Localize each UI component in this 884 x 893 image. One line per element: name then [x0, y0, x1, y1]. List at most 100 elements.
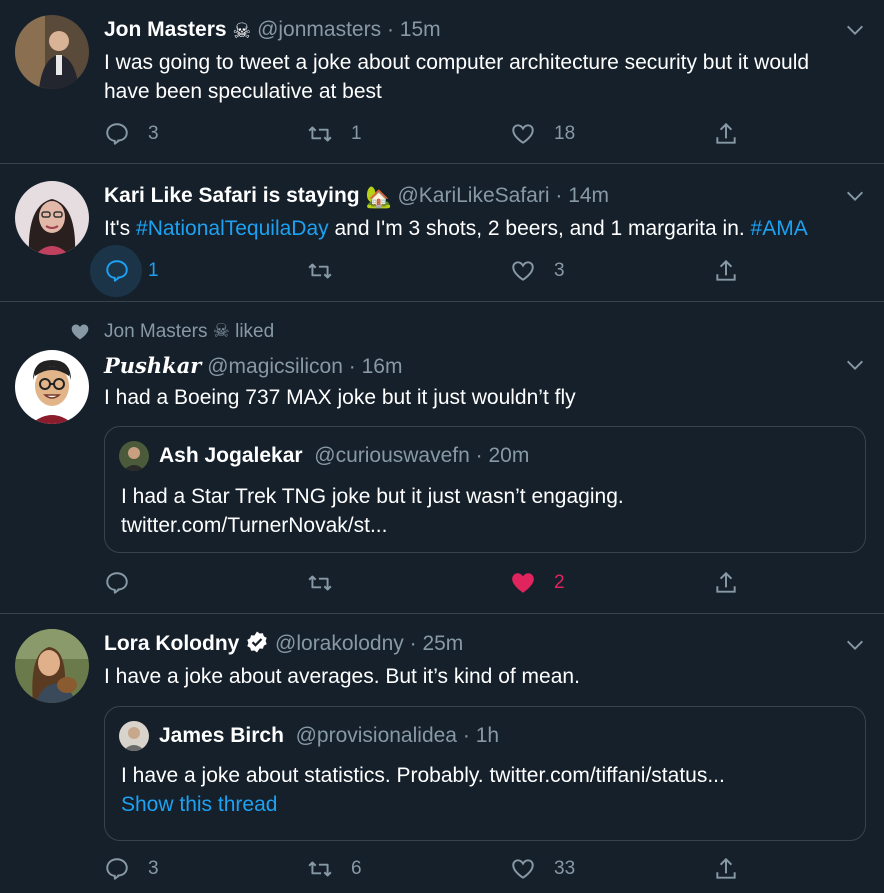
quoted-avatar: [119, 441, 149, 471]
like-count: 2: [554, 572, 565, 593]
social-context: Jon Masters ☠ liked: [70, 320, 274, 343]
reply-count: 1: [148, 260, 159, 281]
like-icon: [512, 573, 534, 593]
tweet-text: I was going to tweet a joke about comput…: [104, 51, 810, 103]
reply-icon: [106, 123, 128, 145]
quoted-author-name: Ash Jogalekar: [159, 444, 303, 467]
quoted-tweet[interactable]: Ash Jogalekar @curiouswavefn · 20m I had…: [104, 426, 866, 553]
quoted-text-link: twitter.com/TurnerNovak/st...: [121, 514, 388, 537]
like-button[interactable]: 2: [510, 568, 565, 598]
social-context-name[interactable]: Jon Masters: [104, 321, 207, 343]
quoted-avatar: [119, 721, 149, 751]
chevron-down-icon[interactable]: [844, 354, 866, 376]
quoted-tweet-text: I have a joke about statistics. Probably…: [121, 761, 851, 819]
retweet-icon: [308, 263, 332, 279]
like-button[interactable]: 33: [510, 854, 575, 884]
quoted-timestamp: 20m: [488, 444, 530, 467]
author-name[interactable]: Jon Masters: [104, 18, 227, 41]
reply-button[interactable]: [104, 568, 148, 598]
avatar[interactable]: [15, 181, 89, 255]
retweet-button[interactable]: 1: [307, 119, 362, 149]
like-button[interactable]: 18: [510, 119, 575, 149]
show-thread-link[interactable]: Show this thread: [121, 790, 851, 819]
separator-dot: ·: [348, 355, 356, 378]
separator-dot: ·: [409, 632, 417, 655]
separator-dot: ·: [462, 724, 470, 747]
verified-icon: [247, 631, 267, 653]
skull-emoji: ☠: [232, 20, 252, 43]
timestamp[interactable]: 16m: [362, 355, 403, 378]
share-button[interactable]: [713, 568, 739, 598]
like-count: 18: [554, 123, 576, 144]
tweet-text: I have a joke about averages. But it’s k…: [104, 665, 580, 688]
social-context-action: liked: [235, 320, 275, 342]
quoted-text-line: I had a Star Trek TNG joke but it just w…: [121, 485, 624, 508]
timestamp[interactable]: 25m: [422, 632, 463, 655]
author-name[interactable]: Lora Kolodny: [104, 632, 239, 655]
chevron-down-icon[interactable]: [844, 185, 866, 207]
author-name[interactable]: Kari Like Safari is staying: [104, 184, 360, 207]
house-emoji: 🏡: [365, 186, 392, 209]
tweet[interactable]: Lora Kolodny @lorakolodny · 25m I have a…: [0, 614, 884, 893]
like-count: 3: [554, 260, 565, 281]
retweet-count: 1: [351, 123, 362, 144]
like-button[interactable]: 3: [510, 256, 565, 286]
retweet-button[interactable]: [307, 568, 351, 598]
tweet-text-part: It's: [104, 217, 137, 240]
author-handle[interactable]: @jonmasters: [257, 18, 381, 41]
quoted-tweet[interactable]: James Birch @provisionalidea · 1h I have…: [104, 706, 866, 841]
retweet-icon: [308, 575, 332, 591]
timestamp[interactable]: 14m: [568, 184, 609, 207]
share-icon: [716, 259, 736, 281]
heart-liked-icon: [71, 324, 89, 339]
tweet-actions: 3 1 18: [104, 119, 754, 149]
tweet[interactable]: Jon Masters ☠ @jonmasters · 15m I was go…: [0, 0, 884, 164]
avatar[interactable]: [15, 350, 89, 424]
avatar[interactable]: [15, 629, 89, 703]
quoted-tweet-header: Ash Jogalekar @curiouswavefn · 20m: [119, 441, 529, 471]
tweet-actions: 2: [104, 568, 754, 598]
like-icon: [512, 261, 534, 281]
chevron-down-icon[interactable]: [844, 19, 866, 41]
retweet-icon: [308, 126, 332, 142]
quoted-author-name: James Birch: [159, 724, 284, 747]
author-handle[interactable]: @KariLikeSafari: [397, 184, 549, 207]
author-name[interactable]: 𝑷𝒖𝒔𝒉𝒌𝒂𝒓: [104, 353, 201, 378]
reply-button[interactable]: 3: [104, 854, 159, 884]
tweet-actions: 1 3: [90, 245, 754, 297]
hashtag-link[interactable]: #AMA: [751, 217, 808, 240]
retweet-count: 6: [351, 858, 362, 879]
hashtag-link[interactable]: #NationalTequilaDay: [136, 217, 329, 240]
chevron-down-icon[interactable]: [844, 634, 866, 656]
quoted-tweet-text: I had a Star Trek TNG joke but it just w…: [121, 482, 851, 540]
tweet-header: Kari Like Safari is staying 🏡 @KariLikeS…: [104, 182, 824, 212]
share-button[interactable]: [713, 854, 739, 884]
quoted-author-handle: @provisionalidea: [295, 724, 457, 747]
tweet-header: Lora Kolodny @lorakolodny · 25m: [104, 630, 824, 658]
tweet-header: 𝑷𝒖𝒔𝒉𝒌𝒂𝒓 @magicsilicon · 16m: [104, 352, 824, 381]
like-icon: [512, 859, 534, 879]
tweet-text: I had a Boeing 737 MAX joke but it just …: [104, 386, 576, 409]
share-button[interactable]: [713, 256, 739, 286]
like-icon: [512, 124, 534, 144]
share-icon: [716, 122, 736, 144]
retweet-icon: [308, 861, 332, 877]
reply-button[interactable]: 1: [90, 245, 159, 297]
author-handle[interactable]: @magicsilicon: [207, 355, 343, 378]
retweet-button[interactable]: [307, 256, 351, 286]
quoted-tweet-header: James Birch @provisionalidea · 1h: [119, 721, 499, 751]
like-count: 33: [554, 858, 576, 879]
tweet-text: It's #NationalTequilaDay and I'm 3 shots…: [104, 214, 844, 243]
author-handle[interactable]: @lorakolodny: [275, 632, 404, 655]
retweet-button[interactable]: 6: [307, 854, 362, 884]
reply-button[interactable]: 3: [104, 119, 159, 149]
reply-count: 3: [148, 858, 159, 879]
separator-dot: ·: [475, 444, 483, 467]
timestamp[interactable]: 15m: [400, 18, 441, 41]
tweet[interactable]: Kari Like Safari is staying 🏡 @KariLikeS…: [0, 164, 884, 302]
quoted-author-handle: @curiouswavefn: [314, 444, 470, 467]
share-button[interactable]: [713, 119, 739, 149]
tweet[interactable]: Jon Masters ☠ liked 𝑷𝒖𝒔𝒉𝒌𝒂𝒓 @magicsilico…: [0, 302, 884, 614]
reply-icon: [106, 858, 128, 880]
avatar[interactable]: [15, 15, 89, 89]
